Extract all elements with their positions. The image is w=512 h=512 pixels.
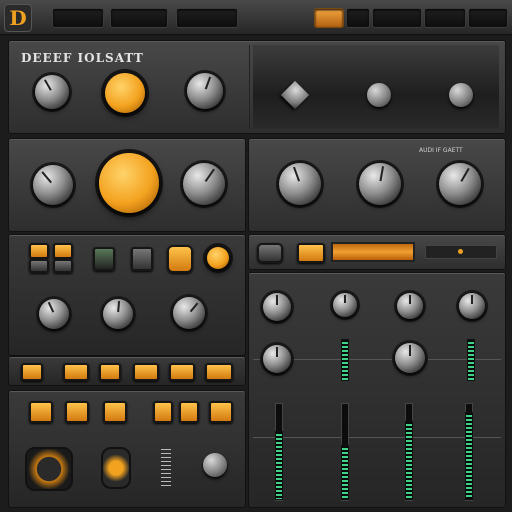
- plugin-title: DEEEF IOLSATT: [21, 51, 144, 65]
- toolbar-slot-3[interactable]: [176, 8, 238, 28]
- fader-meter-3: [405, 421, 413, 500]
- display-readout-track[interactable]: [425, 245, 497, 259]
- orange-selector[interactable]: [101, 447, 131, 489]
- knob-mod-2[interactable]: [103, 299, 133, 329]
- mod-panel: [8, 234, 246, 356]
- knob-mod-3[interactable]: [173, 297, 205, 329]
- mode-button-1[interactable]: [93, 247, 115, 271]
- toolbar-slot-7[interactable]: [468, 8, 508, 28]
- fx-button-5[interactable]: [179, 401, 199, 423]
- pan-knob-1[interactable]: [263, 345, 291, 373]
- header-panel: DEEEF IOLSATT: [8, 40, 506, 134]
- preset-2[interactable]: [63, 363, 89, 381]
- display-readout: [331, 242, 415, 262]
- display-strip: [248, 234, 506, 270]
- toolbar-slot-2[interactable]: [110, 8, 168, 28]
- fx-panel: [8, 390, 246, 508]
- scale-ticks: [161, 449, 171, 489]
- mixer-knob-2[interactable]: [333, 293, 357, 317]
- preset-3[interactable]: [99, 363, 121, 381]
- preset-5[interactable]: [169, 363, 195, 381]
- gear-dial[interactable]: [25, 447, 73, 491]
- toolbar-slot-6[interactable]: [424, 8, 466, 28]
- knob-eq-high[interactable]: [439, 163, 481, 205]
- display-mode-button[interactable]: [297, 243, 325, 263]
- fader-meter-4: [465, 412, 473, 500]
- knob-eq-low[interactable]: [279, 163, 321, 205]
- mini-knob[interactable]: [207, 247, 229, 269]
- fader-meter-2: [341, 445, 349, 500]
- mixer-knob-4[interactable]: [459, 293, 485, 319]
- top-toolbar: D: [0, 0, 512, 35]
- mixer-knob-3[interactable]: [397, 293, 423, 319]
- mode-button-3[interactable]: [167, 245, 193, 273]
- level-meter-2: [467, 339, 475, 381]
- pan-knob-2[interactable]: [395, 343, 425, 373]
- toggle-4[interactable]: [53, 259, 73, 273]
- toolbar-active-slot[interactable]: [314, 8, 344, 28]
- knob-mod-1[interactable]: [39, 299, 69, 329]
- mixer-panel: [248, 272, 506, 508]
- fx-button-3[interactable]: [103, 401, 127, 423]
- preset-row: [8, 356, 246, 386]
- knob-main-drive[interactable]: [99, 153, 159, 213]
- drive-panel: [8, 138, 246, 232]
- dome-button-2[interactable]: [449, 83, 473, 107]
- fx-button-6[interactable]: [209, 401, 233, 423]
- dome-button-1[interactable]: [367, 83, 391, 107]
- fader-line: [253, 437, 501, 438]
- display-power-button[interactable]: [257, 243, 283, 263]
- mode-button-2[interactable]: [131, 247, 153, 271]
- eq-panel: AUDI IF GAETT: [248, 138, 506, 232]
- fader-track-2[interactable]: [341, 403, 349, 501]
- level-meter-1: [341, 339, 349, 381]
- mixer-knob-1[interactable]: [263, 293, 291, 321]
- fx-button-4[interactable]: [153, 401, 173, 423]
- knob-low[interactable]: [33, 165, 73, 205]
- divider: [249, 45, 250, 129]
- fx-button-1[interactable]: [29, 401, 53, 423]
- app-logo: D: [4, 4, 32, 32]
- knob-high[interactable]: [183, 163, 225, 205]
- knob-input[interactable]: [35, 75, 69, 109]
- toggle-3[interactable]: [29, 259, 49, 273]
- preset-6[interactable]: [205, 363, 233, 381]
- preset-4[interactable]: [133, 363, 159, 381]
- knob-output[interactable]: [187, 73, 223, 109]
- readout-indicator: [458, 249, 463, 254]
- fader-track-3[interactable]: [405, 403, 413, 501]
- toolbar-slot-1[interactable]: [52, 8, 104, 28]
- toolbar-slot-5[interactable]: [372, 8, 422, 28]
- foot-switch[interactable]: [203, 453, 227, 477]
- eq-panel-header: AUDI IF GAETT: [419, 147, 463, 154]
- fader-track-4[interactable]: [465, 403, 473, 501]
- knob-eq-mid[interactable]: [359, 163, 401, 205]
- toggle-1[interactable]: [29, 243, 49, 259]
- fx-button-2[interactable]: [65, 401, 89, 423]
- knob-drive[interactable]: [105, 73, 145, 113]
- preset-1[interactable]: [21, 363, 43, 381]
- fader-track-1[interactable]: [275, 403, 283, 501]
- toggle-2[interactable]: [53, 243, 73, 259]
- toolbar-slot-4[interactable]: [346, 8, 370, 28]
- fader-meter-1: [275, 431, 283, 500]
